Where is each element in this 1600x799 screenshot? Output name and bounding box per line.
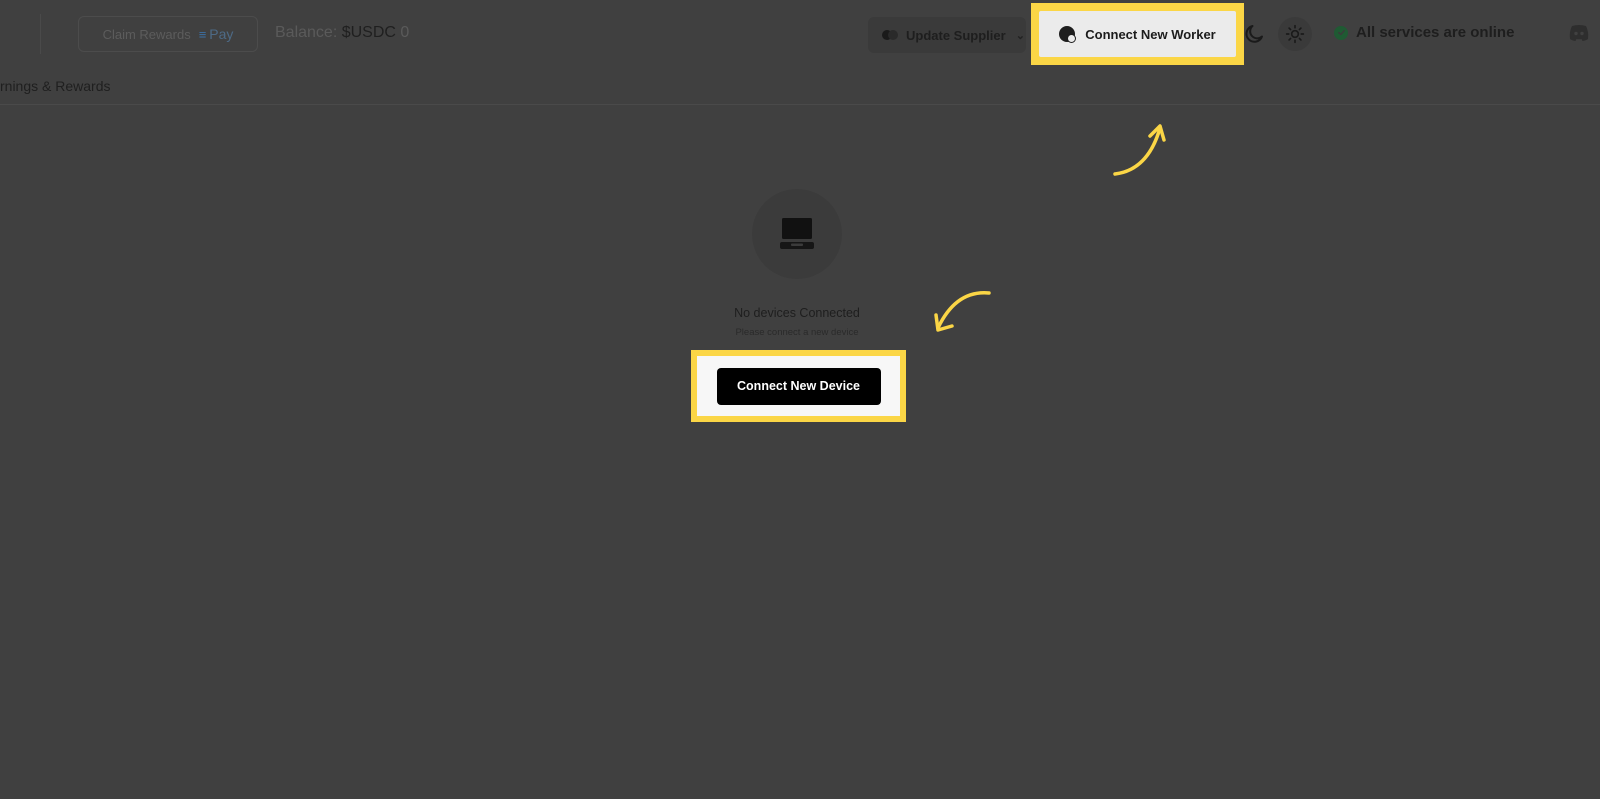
balance-display: Balance: $USDC 0 xyxy=(275,24,409,42)
dark-mode-button[interactable] xyxy=(1242,22,1266,46)
toggle-icon xyxy=(882,30,898,40)
connect-new-device-button[interactable]: Connect New Device xyxy=(716,367,881,405)
pay-label: Pay xyxy=(209,26,234,42)
discord-icon xyxy=(1569,25,1589,41)
update-supplier-label: Update Supplier xyxy=(906,27,1006,43)
computer-icon xyxy=(780,218,814,249)
update-supplier-dropdown[interactable]: Update Supplier ⌄ xyxy=(868,17,1026,53)
page: Claim Rewards ≡ Pay Balance: $USDC 0 Upd… xyxy=(0,0,1600,799)
connect-worker-highlight: Connect New Worker xyxy=(1031,3,1244,65)
pay-logo-icon: ≡ xyxy=(198,26,207,42)
chevron-down-icon: ⌄ xyxy=(1015,29,1025,42)
claim-rewards-button[interactable]: Claim Rewards ≡ Pay xyxy=(78,16,258,52)
connect-device-highlight-inner: Connect New Device xyxy=(697,356,900,416)
claim-rewards-label: Claim Rewards xyxy=(102,26,191,42)
tab-bar: rnings & Rewards xyxy=(0,70,1600,105)
balance-value: 0 xyxy=(400,24,410,41)
moon-icon xyxy=(1245,25,1263,43)
light-mode-button[interactable] xyxy=(1278,17,1312,51)
balance-label: Balance: xyxy=(275,24,338,41)
status-text: All services are online xyxy=(1356,24,1515,41)
service-status: All services are online xyxy=(1334,24,1514,41)
sun-icon xyxy=(1285,24,1305,44)
worker-icon xyxy=(1059,26,1077,43)
connect-device-highlight: Connect New Device xyxy=(691,350,906,422)
top-header: Claim Rewards ≡ Pay Balance: $USDC 0 Upd… xyxy=(0,0,1600,70)
empty-state-icon-wrap xyxy=(752,189,842,279)
connect-new-worker-button[interactable]: Connect New Worker xyxy=(1039,11,1236,57)
check-icon xyxy=(1334,25,1348,40)
empty-state-title: No devices Connected xyxy=(734,306,860,320)
tab-earnings-rewards[interactable]: rnings & Rewards xyxy=(0,78,111,94)
empty-state-subtitle: Please connect a new device xyxy=(735,327,859,338)
pay-badge: ≡ Pay xyxy=(199,26,234,42)
balance-currency: $USDC xyxy=(341,24,396,41)
discord-link[interactable] xyxy=(1568,24,1590,42)
header-divider xyxy=(40,14,41,54)
connect-worker-label: Connect New Worker xyxy=(1085,26,1216,42)
arrow-to-worker xyxy=(1113,124,1166,176)
